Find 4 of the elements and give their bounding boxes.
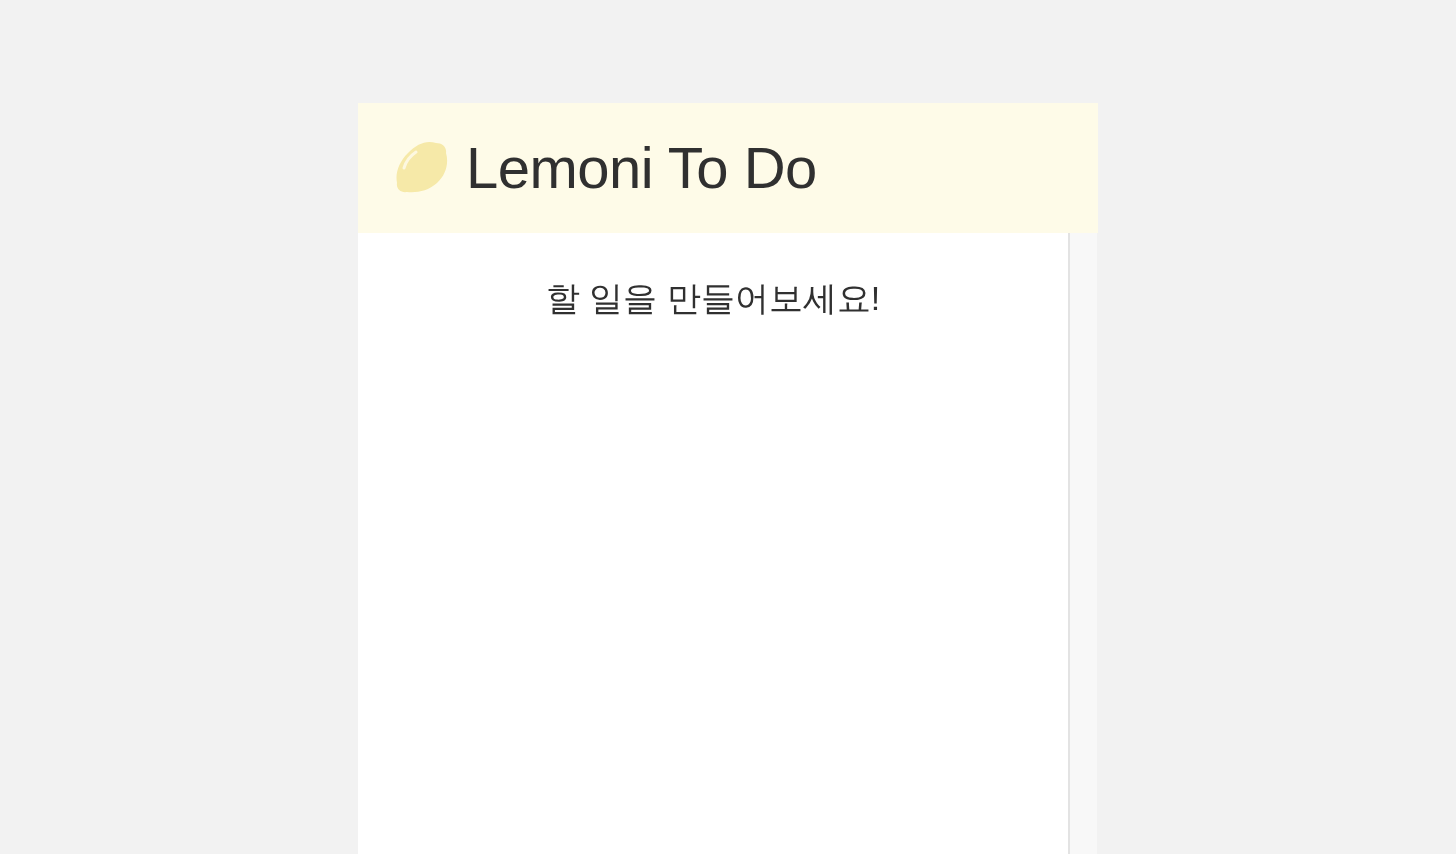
scrollbar[interactable] <box>1068 233 1097 854</box>
empty-message: 할 일을 만들어보세요! <box>545 278 881 319</box>
lemon-icon <box>396 142 448 194</box>
app-title: Lemoni To Do <box>466 139 817 197</box>
